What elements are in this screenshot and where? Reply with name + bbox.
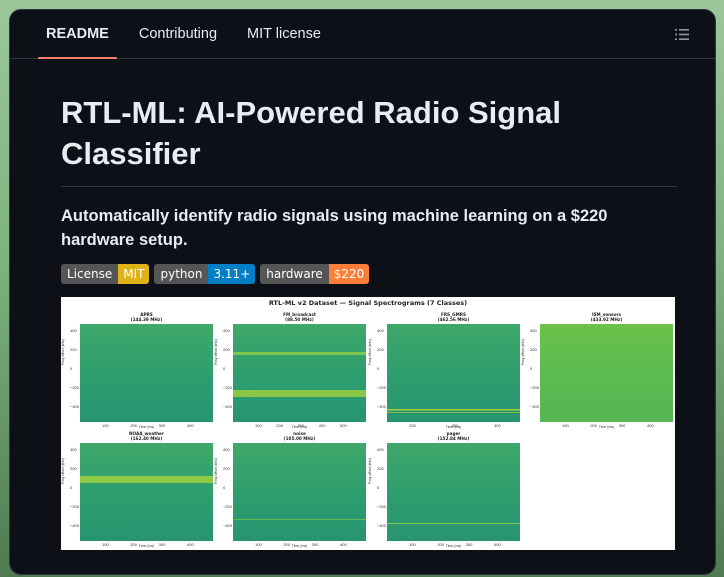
x-tick-label: 400 [187,542,194,547]
y-tick-label: 0 [377,366,380,371]
x-tick-label: 100 [255,542,262,547]
y-tick-label: 0 [223,366,226,371]
y-tick-label: 0 [70,485,73,490]
badge-key: License [61,264,119,284]
spectrogram-panel: ISM_sensors (433.92 MHz) Freq offset (kHz)… [521,305,673,429]
panel-title: noise (105.00 MHz) [283,431,316,441]
x-tick-label: 300 [618,423,626,428]
y-tick-label: −400 [530,404,540,409]
y-tick-label: −200 [223,504,233,509]
x-tick-label: 100 [409,542,416,547]
panel-title: ISM_sensors (433.92 MHz) [590,312,623,322]
badge-value: $220 [328,264,370,284]
y-tick-label: 200 [377,466,384,471]
y-tick-label: 400 [70,328,77,333]
badge-key: python [154,264,209,284]
y-tick-label: −400 [70,404,80,409]
y-tick-label: 200 [223,466,230,471]
y-tick-label: −400 [377,523,387,528]
y-tick-label: −400 [223,523,233,528]
y-tick-label: −400 [223,404,233,409]
badge-value: MIT [118,264,150,284]
y-tick-label: 200 [70,466,77,471]
x-tick-label: 300 [465,542,473,547]
badge-key: hardware [260,264,329,284]
readme-tab-bar: README Contributing MIT license [10,10,715,59]
panel-title: NOAA_weather (162.40 MHz) [129,431,164,441]
y-tick-label: −400 [377,404,387,409]
x-tick-label: 200 [283,542,291,547]
y-tick-label: 200 [70,347,77,352]
x-tick-label: 400 [647,423,654,428]
tab-mit-license[interactable]: MIT license [239,10,329,58]
spectrogram-figure: RTL-ML v2 Dataset — Signal Spectrograms … [61,297,675,550]
panel-title: FRS_GMRS (462.56 MHz) [437,312,470,322]
y-tick-label: 0 [530,366,533,371]
y-tick-label: −200 [223,385,233,390]
y-tick-label: −400 [70,523,80,528]
tab-readme[interactable]: README [38,10,117,59]
y-axis-label: Freq offset (kHz) [61,458,65,484]
x-tick-label: 100 [102,542,109,547]
x-tick-label: 200 [590,423,598,428]
x-tick-label: 300 [311,542,319,547]
list-unordered-icon[interactable] [675,28,689,41]
page-title: RTL-ML: AI-Powered Radio Signal Classifi… [61,92,677,187]
panel-title: FM_broadcast (88.50 MHz) [283,312,316,322]
y-tick-label: 400 [377,328,384,333]
x-tick-label: 200 [437,542,445,547]
y-tick-label: −200 [377,385,387,390]
tab-contributing[interactable]: Contributing [131,10,225,58]
readme-body: RTL-ML: AI-Powered Radio Signal Classifi… [61,59,677,550]
y-axis-label: Freq offset (kHz) [368,339,372,365]
y-tick-label: 400 [70,447,77,452]
x-tick-label: 200 [130,542,138,547]
y-tick-label: 400 [223,447,230,452]
y-axis-label: Freq offset (kHz) [368,458,372,484]
y-tick-label: −200 [70,504,80,509]
y-tick-label: 0 [223,485,226,490]
badge-row: License MIT python 3.11+ hardware $220 [61,264,677,284]
y-tick-label: 0 [377,485,380,490]
panel-title: APRS (144.39 MHz) [130,312,163,322]
y-axis-label: Freq offset (kHz) [521,339,525,365]
y-tick-label: 200 [223,347,230,352]
spectrogram-plot [233,324,366,422]
badge-value: 3.11+ [208,264,256,284]
y-tick-label: 0 [70,366,73,371]
y-tick-label: 200 [377,347,384,352]
y-tick-label: −200 [530,385,540,390]
spectrogram-plot [540,324,673,422]
spectrogram-panel: FM_broadcast (88.50 MHz) Freq offset (kHz)… [214,305,366,429]
spectrogram-plot [233,443,366,541]
spectrogram-panel: pager (152.84 MHz) Freq offset (kHz) Time (… [368,424,520,548]
spectrogram-panel: noise (105.00 MHz) Freq offset (kHz) Time (… [214,424,366,548]
spectrogram-panel: FRS_GMRS (462.56 MHz) Freq offset (kHz) Tim… [368,305,520,429]
python-badge[interactable]: python 3.11+ [154,264,256,284]
x-tick-label: 400 [340,542,347,547]
y-tick-label: −200 [377,504,387,509]
x-tick-label: 400 [494,542,501,547]
y-axis-label: Freq offset (kHz) [214,458,218,484]
panel-title: pager (152.84 MHz) [437,431,470,441]
readme-window: README Contributing MIT license RTL-ML: … [9,9,716,575]
y-tick-label: 400 [377,447,384,452]
spectrogram-plot [387,443,520,541]
y-tick-label: −200 [70,385,80,390]
y-tick-label: 400 [530,328,537,333]
spectrogram-plot [80,324,213,422]
project-description: Automatically identify radio signals usi… [61,207,608,249]
hardware-badge[interactable]: hardware $220 [260,264,370,284]
y-axis-label: Freq offset (kHz) [61,339,65,365]
spectrogram-plot [387,324,520,422]
y-tick-label: 400 [223,328,230,333]
license-badge[interactable]: License MIT [61,264,150,284]
spectrogram-panel: APRS (144.39 MHz) Freq offset (kHz) Time (m… [61,305,213,429]
y-tick-label: 200 [530,347,537,352]
x-tick-label: 300 [158,542,166,547]
spectrogram-panel: NOAA_weather (162.40 MHz) Freq offset (kHz… [61,424,213,548]
x-tick-label: 100 [562,423,569,428]
spectrogram-plot [80,443,213,541]
y-axis-label: Freq offset (kHz) [214,339,218,365]
